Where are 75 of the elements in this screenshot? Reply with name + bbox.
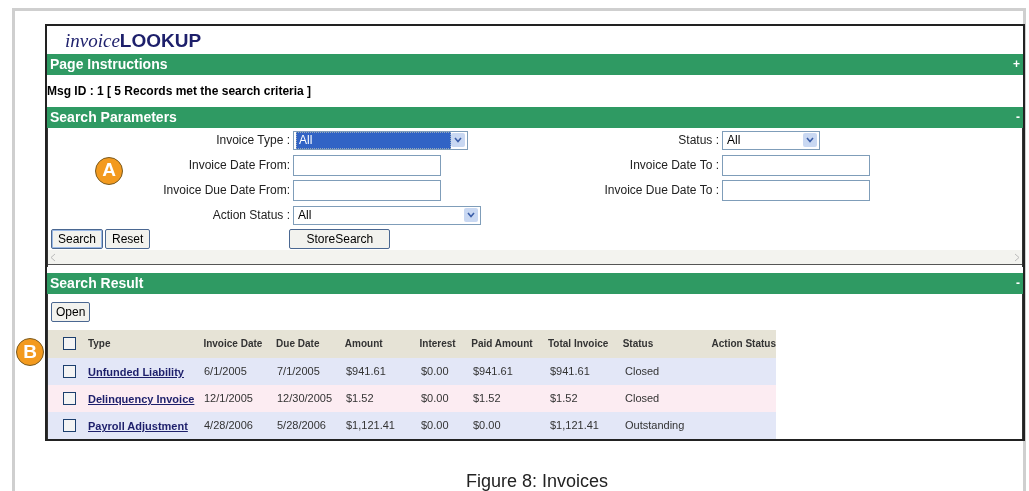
form-button[interactable]: Search bbox=[51, 228, 104, 249]
invoice-type-link[interactable]: Unfunded Liability bbox=[88, 366, 184, 379]
field-label: Invoice Date From: bbox=[188, 157, 290, 175]
table-cell-text: 5/28/2006 bbox=[277, 418, 327, 434]
table-cell-text: $941.61 bbox=[346, 364, 387, 380]
open-button[interactable]: Open bbox=[51, 302, 91, 322]
section-title: Search Result bbox=[50, 274, 144, 293]
checkbox[interactable] bbox=[63, 419, 76, 432]
table-cell-text: 4/28/2006 bbox=[204, 418, 254, 434]
column-header: Due Date bbox=[276, 337, 321, 352]
field-label: Status : bbox=[678, 132, 719, 150]
table-cell-text: Closed bbox=[625, 364, 661, 380]
table-row[interactable]: Delinquency Invoice 12/1/2005 12/30/2005 $1.52 $0.00 $1.52 $1.52 Closed bbox=[48, 385, 776, 412]
store-search-button[interactable]: StoreSearch bbox=[289, 228, 391, 249]
status-message: Msg ID : 1 [ 5 Records met the search criteria ] bbox=[47, 82, 312, 100]
column-header: Paid Amount bbox=[471, 337, 534, 352]
scroll-right-icon[interactable] bbox=[1014, 252, 1020, 262]
table-cell-text: 12/30/2005 bbox=[277, 391, 334, 407]
column-header: Status bbox=[622, 337, 655, 352]
column-header: Total Invoice bbox=[547, 337, 610, 352]
horizontal-scrollbar[interactable] bbox=[48, 250, 1022, 266]
section-header-bar[interactable]: Search Result - bbox=[47, 273, 1023, 294]
checkbox[interactable] bbox=[63, 392, 76, 405]
table-cell-text: 6/1/2005 bbox=[204, 364, 248, 380]
app-logo: invoiceLOOKUP bbox=[65, 30, 202, 50]
table-row[interactable]: Payroll Adjustment 4/28/2006 5/28/2006 $1,121.41 $0.00 $0.00 $1,121.41 Outstanding bbox=[48, 412, 776, 439]
table-cell-text: Outstanding bbox=[625, 418, 686, 434]
figure-caption: Figure 8: Invoices bbox=[465, 470, 609, 491]
section-toggle[interactable]: + bbox=[1013, 55, 1020, 74]
field-label: Invoice Date To : bbox=[629, 157, 719, 175]
table-cell-text: $0.00 bbox=[421, 364, 450, 380]
field-label: Invoice Due Date From: bbox=[163, 182, 290, 200]
field-label: Invoice Due Date To : bbox=[604, 182, 719, 200]
column-header: Invoice Date bbox=[203, 337, 264, 352]
callout-badge: B bbox=[16, 338, 44, 366]
section-title: Search Parameters bbox=[50, 107, 177, 127]
table-cell-text: $1.52 bbox=[473, 391, 502, 407]
checkbox[interactable] bbox=[63, 365, 76, 378]
scroll-left-icon[interactable] bbox=[50, 252, 56, 262]
table-cell-text: $1,121.41 bbox=[550, 418, 600, 434]
field-label: Invoice Type : bbox=[216, 132, 290, 150]
table-cell-text: Closed bbox=[625, 391, 661, 407]
field-label: Action Status : bbox=[212, 207, 290, 225]
section-header-bar[interactable]: Page Instructions + bbox=[47, 53, 1023, 75]
checkbox[interactable] bbox=[63, 337, 76, 351]
table-cell-text: 7/1/2005 bbox=[277, 364, 321, 380]
input-field[interactable] bbox=[722, 179, 870, 201]
input-field[interactable] bbox=[293, 179, 441, 201]
table-cell-text: $0.00 bbox=[421, 391, 450, 407]
column-header: Interest bbox=[419, 337, 457, 352]
dropdown-field[interactable]: All bbox=[293, 130, 468, 150]
input-field[interactable] bbox=[722, 154, 870, 176]
table-cell-text: 12/1/2005 bbox=[204, 391, 254, 407]
section-toggle[interactable]: - bbox=[1016, 274, 1020, 293]
invoice-type-link[interactable]: Delinquency Invoice bbox=[88, 393, 195, 406]
section-toggle[interactable]: - bbox=[1016, 108, 1020, 127]
dropdown-field[interactable]: All bbox=[293, 205, 481, 225]
table-row[interactable]: Unfunded Liability 6/1/2005 7/1/2005 $941.61 $0.00 $941.61 $941.61 Closed bbox=[48, 358, 776, 385]
column-header: Action Status bbox=[710, 337, 776, 352]
column-header: Type bbox=[87, 337, 112, 352]
input-field[interactable] bbox=[293, 154, 441, 176]
section-header-bar[interactable]: Search Parameters - bbox=[47, 106, 1023, 128]
column-header: Amount bbox=[344, 337, 384, 352]
table-cell-text: $941.61 bbox=[473, 364, 514, 380]
callout-badge: A bbox=[95, 156, 123, 185]
table-cell-text: $1.52 bbox=[346, 391, 375, 407]
form-button[interactable]: Reset bbox=[105, 228, 151, 249]
table-cell-text: $0.00 bbox=[473, 418, 502, 434]
table-cell-text: $0.00 bbox=[421, 418, 450, 434]
invoice-type-link[interactable]: Payroll Adjustment bbox=[88, 420, 188, 433]
table-cell-text: $1,121.41 bbox=[346, 418, 396, 434]
table-cell-text: $1.52 bbox=[550, 391, 579, 407]
section-title: Page Instructions bbox=[50, 54, 168, 74]
dropdown-field[interactable]: All bbox=[722, 130, 820, 150]
table-cell-text: $941.61 bbox=[550, 364, 591, 380]
